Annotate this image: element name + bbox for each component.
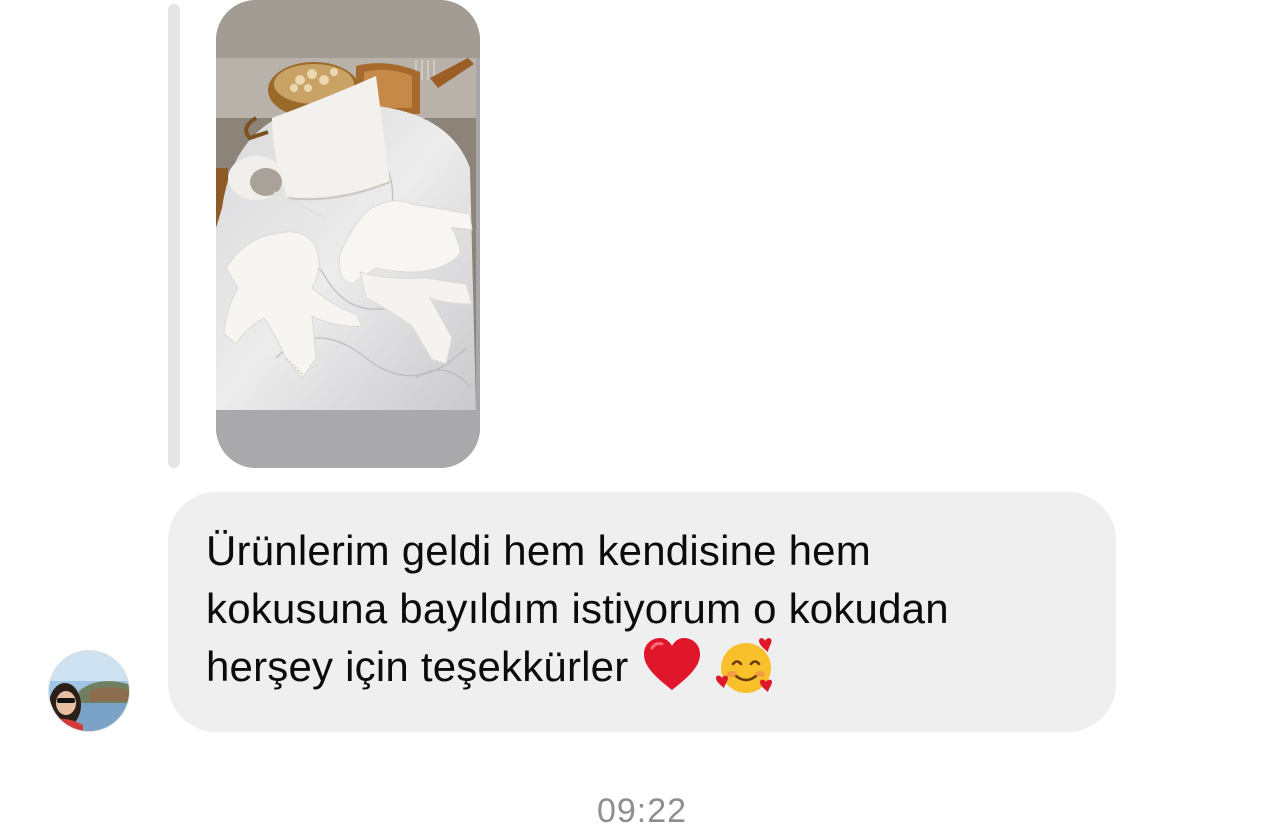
story-photo[interactable]	[216, 58, 476, 410]
story-bottom-band	[216, 410, 480, 468]
smiling-face-with-hearts-icon	[716, 636, 776, 696]
message-line-3: herşey için teşekkürler	[206, 636, 1078, 700]
chat-thread: Ürünlerim geldi hem kendisine hem kokusu…	[0, 0, 1284, 838]
profile-avatar-icon	[49, 651, 129, 731]
message-bubble[interactable]: Ürünlerim geldi hem kendisine hem kokusu…	[168, 492, 1116, 732]
message-line-1: Ürünlerim geldi hem kendisine hem	[206, 527, 871, 574]
message-timestamp: 09:22	[596, 792, 688, 830]
message-line-3-text: herşey için teşekkürler	[206, 643, 629, 690]
reply-quote-bar	[168, 4, 180, 468]
shared-story-card[interactable]	[216, 0, 480, 468]
red-heart-icon	[642, 636, 702, 696]
message-line-2: kokusuna bayıldım istiyorum o kokudan	[206, 585, 949, 632]
story-top-band	[216, 0, 480, 58]
sender-avatar[interactable]	[48, 650, 130, 732]
